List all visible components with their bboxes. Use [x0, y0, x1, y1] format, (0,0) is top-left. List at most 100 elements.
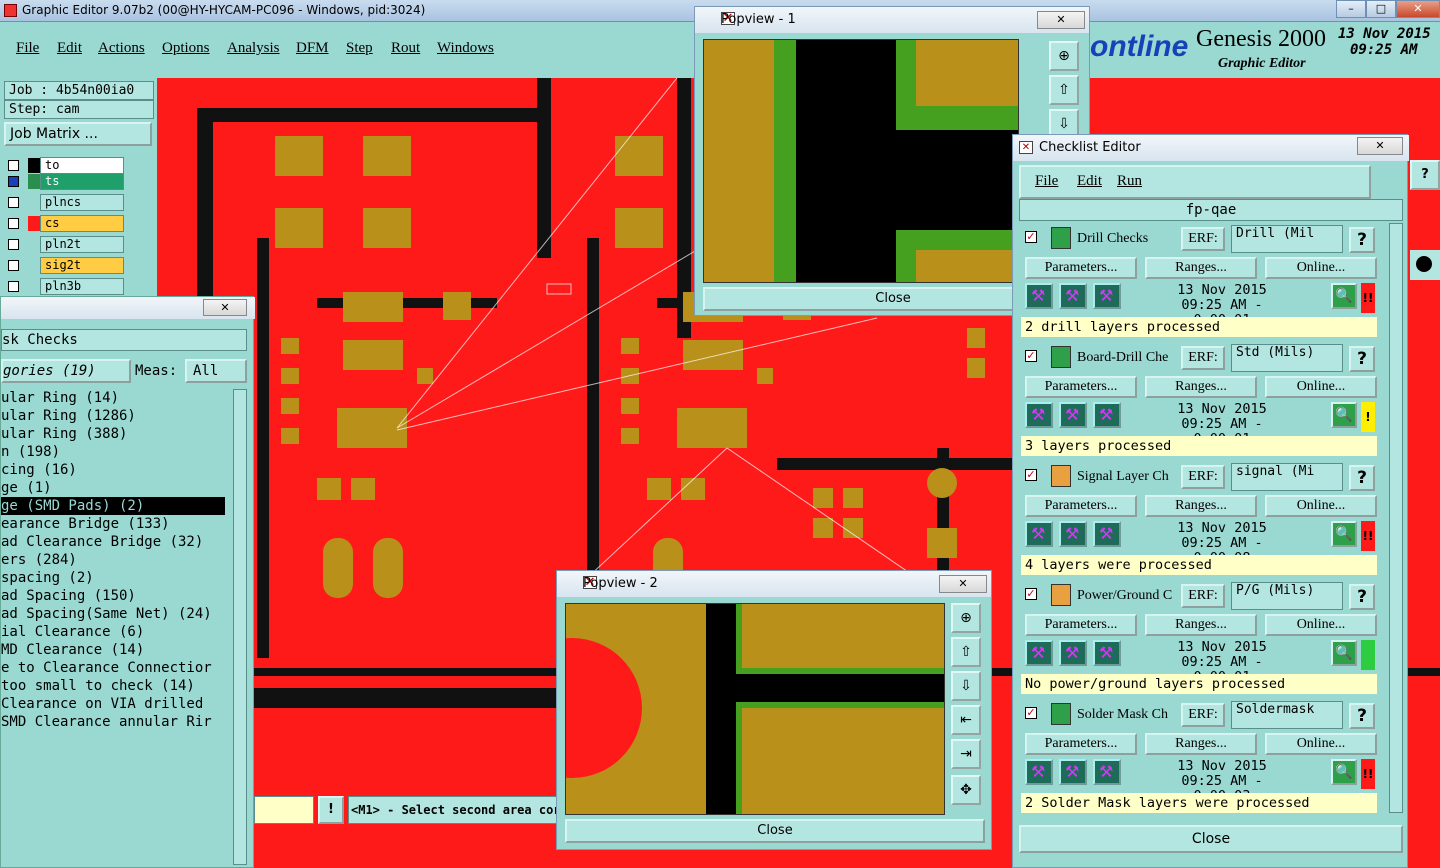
list-item[interactable]: MD Clearance (14)	[1, 641, 225, 659]
maximize-button[interactable]: □	[1366, 0, 1396, 18]
list-item[interactable]: ular Ring (1286)	[1, 407, 225, 425]
zoom-in-icon[interactable]: ⊕	[951, 603, 981, 633]
mask-panel-close-button[interactable]: ✕	[203, 299, 247, 316]
popview-2-canvas[interactable]	[565, 603, 945, 815]
layer-row-pln3b[interactable]: pln3b	[4, 278, 124, 295]
parameters-button[interactable]: Parameters...	[1025, 257, 1137, 279]
minimize-button[interactable]: –	[1336, 0, 1366, 18]
list-item[interactable]: spacing (2)	[1, 569, 225, 587]
meas-select[interactable]: All	[185, 359, 247, 383]
erf-button[interactable]: ERF:	[1181, 227, 1225, 251]
stop-check-icon[interactable]	[1093, 521, 1121, 547]
layer-row-sig2t[interactable]: sig2t	[4, 257, 124, 274]
zoom-in-icon[interactable]: ⊕	[1049, 41, 1079, 71]
zoom-results-icon[interactable]: 🔍	[1331, 283, 1357, 309]
stop-check-icon[interactable]	[1093, 640, 1121, 666]
parameters-button[interactable]: Parameters...	[1025, 495, 1137, 517]
erf-button[interactable]: ERF:	[1181, 703, 1225, 727]
run-check-icon[interactable]	[1025, 759, 1053, 785]
help-icon[interactable]: ?	[1349, 227, 1375, 253]
mask-list-scrollbar[interactable]	[233, 389, 247, 865]
upload-icon[interactable]: ⇧	[1049, 75, 1079, 105]
help-icon[interactable]: ?	[1349, 584, 1375, 610]
layer-row-to[interactable]: to	[4, 157, 124, 174]
checklist-close-x[interactable]: ✕	[1357, 137, 1403, 155]
list-item[interactable]: ers (284)	[1, 551, 225, 569]
menu-rout[interactable]: Rout	[391, 40, 420, 57]
run-step-icon[interactable]	[1059, 402, 1087, 428]
erf-button[interactable]: ERF:	[1181, 465, 1225, 489]
list-item[interactable]: ular Ring (14)	[1, 389, 225, 407]
check-enable-checkbox[interactable]: ✓	[1025, 469, 1037, 481]
list-item[interactable]: ge (1)	[1, 479, 225, 497]
layer-checkbox[interactable]	[8, 239, 19, 250]
layer-row-ts[interactable]: ts	[4, 173, 124, 190]
list-item[interactable]: ular Ring (388)	[1, 425, 225, 443]
stop-check-icon[interactable]	[1093, 402, 1121, 428]
layer-checkbox[interactable]	[8, 260, 19, 271]
menu-windows[interactable]: Windows	[437, 40, 494, 57]
list-item[interactable]: e to Clearance Connectior	[1, 659, 225, 677]
zoom-results-icon[interactable]: 🔍	[1331, 521, 1357, 547]
erf-button[interactable]: ERF:	[1181, 346, 1225, 370]
zoom-results-icon[interactable]: 🔍	[1331, 759, 1357, 785]
erf-button[interactable]: ERF:	[1181, 584, 1225, 608]
list-item[interactable]: n (198)	[1, 443, 225, 461]
online-button[interactable]: Online...	[1265, 614, 1377, 636]
list-item[interactable]: ad Clearance Bridge (32)	[1, 533, 225, 551]
erf-value-field[interactable]: Soldermask	[1231, 701, 1343, 729]
list-item[interactable]: ad Spacing(Same Net) (24)	[1, 605, 225, 623]
help-icon[interactable]: ?	[1410, 160, 1440, 190]
pan-left-icon[interactable]: ⇤	[951, 705, 981, 735]
erf-value-field[interactable]: P/G (Mils)	[1231, 582, 1343, 610]
online-button[interactable]: Online...	[1265, 376, 1377, 398]
layer-row-pln2t[interactable]: pln2t	[4, 236, 124, 253]
zoom-results-icon[interactable]: 🔍	[1331, 402, 1357, 428]
fit-icon[interactable]: ✥	[951, 775, 981, 805]
menu-file[interactable]: File	[16, 40, 39, 57]
check-enable-checkbox[interactable]: ✓	[1025, 707, 1037, 719]
ranges-button[interactable]: Ranges...	[1145, 495, 1257, 517]
popview-1-canvas[interactable]	[703, 39, 1019, 283]
layer-checkbox[interactable]	[8, 218, 19, 229]
popview-1-close-x[interactable]: ✕	[1037, 11, 1085, 29]
zoom-results-icon[interactable]: 🔍	[1331, 640, 1357, 666]
menu-actions[interactable]: Actions	[98, 40, 145, 57]
list-item[interactable]: ial Clearance (6)	[1, 623, 225, 641]
coord-field[interactable]	[254, 796, 314, 824]
checklist-close-button[interactable]: Close	[1019, 825, 1403, 853]
list-item[interactable]: too small to check (14)	[1, 677, 225, 695]
check-enable-checkbox[interactable]: ✓	[1025, 350, 1037, 362]
menu-dfm[interactable]: DFM	[296, 40, 329, 57]
list-item[interactable]: cing (16)	[1, 461, 225, 479]
list-item[interactable]: SMD Clearance annular Rir	[1, 713, 225, 731]
layer-checkbox[interactable]	[8, 281, 19, 292]
help-icon[interactable]: ?	[1349, 346, 1375, 372]
pan-right-icon[interactable]: ⇥	[951, 739, 981, 769]
ranges-button[interactable]: Ranges...	[1145, 376, 1257, 398]
run-step-icon[interactable]	[1059, 283, 1087, 309]
run-step-icon[interactable]	[1059, 640, 1087, 666]
checklist-scrollbar[interactable]	[1389, 223, 1403, 813]
run-check-icon[interactable]	[1025, 402, 1053, 428]
layer-checkbox[interactable]	[8, 176, 19, 187]
erf-value-field[interactable]: Std (Mils)	[1231, 344, 1343, 372]
layer-checkbox[interactable]	[8, 197, 19, 208]
parameters-button[interactable]: Parameters...	[1025, 376, 1137, 398]
list-item[interactable]: earance Bridge (133)	[1, 515, 225, 533]
download-icon[interactable]: ⇩	[951, 671, 981, 701]
erf-value-field[interactable]: Drill (Mil	[1231, 225, 1343, 253]
help-icon[interactable]: ?	[1349, 703, 1375, 729]
list-item[interactable]: ad Spacing (150)	[1, 587, 225, 605]
list-item[interactable]: Clearance on VIA drilled	[1, 695, 225, 713]
run-check-icon[interactable]	[1025, 640, 1053, 666]
online-button[interactable]: Online...	[1265, 733, 1377, 755]
checklist-menu-run[interactable]: Run	[1117, 173, 1142, 190]
menu-analysis[interactable]: Analysis	[227, 40, 280, 57]
stop-check-icon[interactable]	[1093, 283, 1121, 309]
popview-2-close-button[interactable]: Close	[565, 819, 985, 843]
run-step-icon[interactable]	[1059, 521, 1087, 547]
menu-options[interactable]: Options	[162, 40, 210, 57]
online-button[interactable]: Online...	[1265, 257, 1377, 279]
run-step-icon[interactable]	[1059, 759, 1087, 785]
